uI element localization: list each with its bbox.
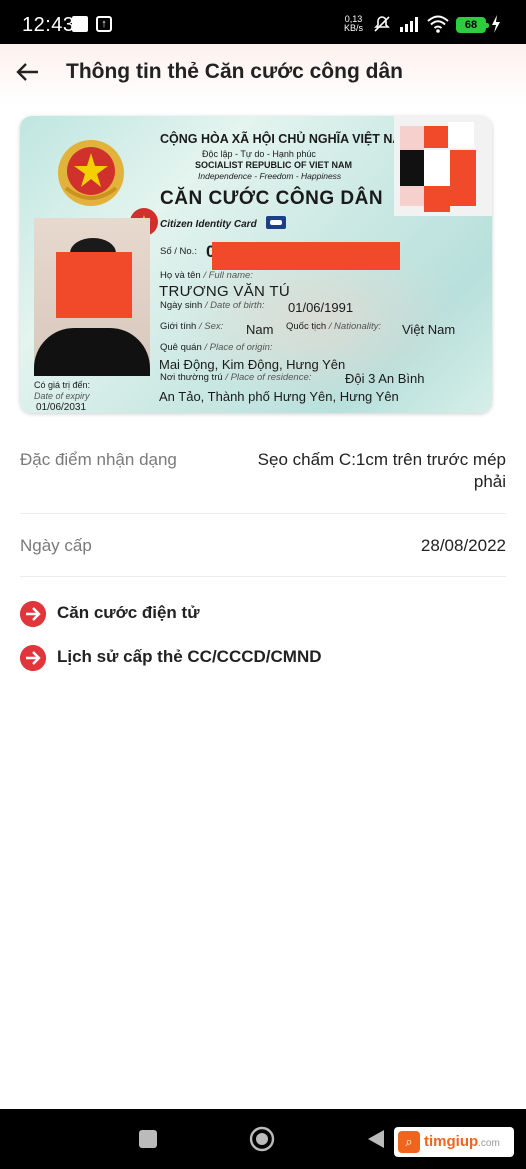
identification-marks-label: Đặc điểm nhận dạng (20, 450, 177, 469)
origin-label-en: / Place of origin: (204, 342, 273, 353)
sex-label: Giới tính / Sex: (160, 321, 223, 332)
dob-value: 01/06/1991 (288, 300, 354, 315)
system-nav-bar: ⌕ timgiup.com (0, 1109, 526, 1169)
identification-marks-value-line1: Sẹo chấm C:1cm trên trước mép (257, 450, 506, 469)
id-card-image: CỘNG HÒA XÃ HỘI CHỦ NGHĨA VIỆT NAM Độc l… (20, 116, 492, 413)
electronic-id-link[interactable]: Căn cước điện tử (20, 599, 220, 629)
mute-icon (374, 16, 390, 32)
status-bar: 12:43 ↑ 0,13 KB/s 68 (0, 0, 526, 44)
back-arrow-icon[interactable] (14, 58, 42, 86)
name-label-vi: Họ và tên (160, 270, 201, 281)
sex-label-en: / Sex: (198, 321, 224, 332)
expiry-value: 01/06/2031 (36, 402, 87, 413)
app-header: Thông tin thẻ Căn cước công dân (0, 44, 526, 104)
network-speed-unit: KB/s (344, 23, 364, 33)
card-motto-en: Independence - Freedom - Happiness (198, 171, 342, 181)
card-title: CĂN CƯỚC CÔNG DÂN (160, 188, 384, 209)
name-label: Họ và tên / Full name: (160, 270, 253, 281)
id-number-label: Số / No.: (160, 246, 197, 257)
full-name: TRƯƠNG VĂN TÚ (159, 283, 290, 300)
origin-value: Mai Động, Kim Động, Hưng Yên (159, 357, 346, 372)
card-motto: Độc lập - Tự do - Hạnh phúc (202, 149, 316, 159)
signal-icon (400, 17, 418, 32)
arrow-right-circle-icon (20, 601, 46, 627)
page-title: Thông tin thẻ Căn cước công dân (66, 60, 403, 83)
nationality-label-en: / Nationality: (328, 321, 382, 332)
watermark-suffix: .com (478, 1138, 500, 1149)
dob-label: Ngày sinh / Date of birth: (160, 300, 265, 311)
qr-code-redacted (394, 116, 492, 216)
issue-date-value: 28/08/2022 (420, 536, 506, 555)
residence-label: Nơi thường trú / Place of residence: (160, 372, 311, 383)
nationality-label-vi: Quốc tịch (286, 321, 327, 332)
residence-line1: Đội 3 An Bình (345, 371, 425, 386)
identification-marks-value-line2: phải (473, 472, 506, 491)
portrait-photo (34, 218, 150, 376)
photo-body (34, 328, 150, 376)
charging-icon (492, 15, 500, 33)
watermark-brand-name: timgiup (424, 1133, 479, 1150)
status-time: 12:43 (22, 14, 75, 36)
card-subtitle: Citizen Identity Card (160, 219, 257, 230)
name-label-en: / Full name: (203, 270, 253, 281)
card-history-link[interactable]: Lịch sử cấp thẻ CC/CCCD/CMND (20, 643, 330, 673)
recents-square-icon[interactable] (138, 1129, 158, 1149)
network-speed: 0,13 KB/s (344, 15, 363, 33)
wifi-icon (427, 15, 449, 33)
back-triangle-icon[interactable] (366, 1129, 386, 1149)
expiry-label-en: Date of expiry (34, 391, 90, 401)
divider (20, 576, 506, 577)
issue-date-label: Ngày cấp (20, 536, 92, 555)
battery-icon: 68 (456, 17, 489, 33)
detail-row-issue-date: Ngày cấp 28/08/2022 (20, 536, 506, 560)
residence-label-en: / Place of residence: (225, 372, 312, 383)
face-redaction (56, 252, 132, 318)
residence-label-vi: Nơi thường trú (160, 372, 223, 383)
card-history-label: Lịch sử cấp thẻ CC/CCCD/CMND (57, 647, 322, 666)
electronic-id-label: Căn cước điện tử (57, 603, 200, 622)
id-number-redaction (212, 242, 400, 270)
chip-icon (266, 216, 286, 229)
search-icon: ⌕ (398, 1131, 420, 1153)
sex-label-vi: Giới tính (160, 321, 197, 332)
card-country-en: SOCIALIST REPUBLIC OF VIET NAM (195, 160, 353, 170)
residence-line2: An Tảo, Thành phố Hưng Yên, Hưng Yên (159, 389, 399, 404)
nationality-value: Việt Nam (402, 322, 456, 337)
expiry-label: Có giá trị đến: (34, 380, 91, 390)
sex-value: Nam (246, 322, 274, 337)
home-circle-icon[interactable] (249, 1126, 275, 1152)
arrow-right-circle-icon (20, 645, 46, 671)
dob-label-en: / Date of birth: (204, 300, 265, 311)
photo-notification-icon (72, 16, 88, 32)
origin-label-vi: Quê quán (160, 342, 202, 353)
watermark-brand: timgiup.com (424, 1133, 500, 1150)
watermark-logo: ⌕ timgiup.com (394, 1127, 514, 1157)
national-emblem-icon (58, 140, 124, 206)
card-country: CỘNG HÒA XÃ HỘI CHỦ NGHĨA VIỆT NAM (160, 132, 412, 146)
upload-notification-icon: ↑ (96, 16, 112, 32)
detail-row-identification-marks: Đặc điểm nhận dạng Sẹo chấm C:1cm trên t… (20, 450, 506, 500)
dob-label-vi: Ngày sinh (160, 300, 203, 311)
origin-label: Quê quán / Place of origin: (160, 342, 273, 353)
divider (20, 513, 506, 514)
nationality-label: Quốc tịch / Nationality: (286, 321, 381, 332)
